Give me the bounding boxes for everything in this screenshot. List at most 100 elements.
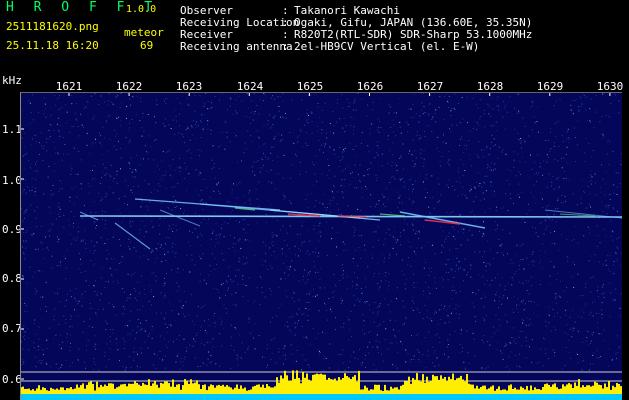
noise-speck	[372, 214, 374, 216]
noise-speck	[178, 313, 180, 315]
noise-speck	[158, 183, 159, 185]
noise-speck	[83, 321, 85, 323]
noise-speck	[250, 135, 251, 137]
noise-speck	[396, 367, 398, 369]
noise-speck	[106, 258, 108, 260]
noise-speck	[146, 152, 148, 154]
noise-speck	[427, 350, 429, 352]
noise-speck	[159, 351, 161, 352]
noise-speck	[515, 271, 517, 273]
noise-speck	[350, 355, 352, 357]
noise-speck	[521, 300, 523, 302]
noise-speck	[583, 235, 585, 237]
noise-speck	[545, 220, 547, 222]
noise-speck	[458, 268, 460, 270]
noise-speck	[86, 132, 88, 134]
noise-speck	[381, 165, 383, 167]
noise-speck	[373, 231, 374, 233]
noise-speck	[180, 361, 182, 363]
noise-speck	[553, 266, 555, 268]
noise-speck	[483, 198, 485, 200]
noise-speck	[494, 163, 496, 165]
noise-speck	[29, 227, 31, 229]
histogram-bar	[518, 389, 520, 394]
noise-speck	[588, 260, 590, 262]
noise-speck	[78, 300, 80, 302]
noise-speck	[92, 142, 94, 144]
noise-speck	[302, 279, 304, 281]
noise-speck	[305, 308, 307, 309]
noise-speck	[452, 185, 453, 187]
noise-speck	[211, 168, 213, 170]
histogram-bar	[438, 379, 440, 394]
noise-speck	[420, 149, 422, 151]
noise-speck	[261, 259, 263, 261]
noise-speck	[501, 303, 502, 305]
noise-speck	[46, 348, 48, 349]
noise-speck	[553, 145, 555, 147]
noise-speck	[105, 366, 107, 368]
noise-speck	[271, 126, 273, 128]
noise-speck	[310, 94, 312, 96]
spectrogram-plot[interactable]	[20, 92, 622, 400]
noise-speck	[470, 264, 472, 266]
noise-speck	[593, 332, 594, 334]
noise-speck	[232, 246, 234, 248]
noise-speck	[363, 175, 365, 177]
noise-speck	[263, 92, 265, 94]
noise-speck	[274, 188, 276, 190]
noise-speck	[315, 295, 316, 297]
histogram-bar	[606, 387, 608, 394]
noise-speck	[60, 124, 62, 126]
noise-speck	[590, 98, 592, 100]
noise-speck	[337, 99, 339, 100]
noise-speck	[278, 347, 280, 349]
noise-speck	[175, 115, 177, 117]
noise-speck	[117, 349, 119, 351]
noise-speck	[303, 336, 305, 338]
noise-speck	[325, 143, 327, 145]
noise-speck	[504, 104, 506, 106]
noise-speck	[259, 303, 261, 305]
noise-speck	[118, 116, 120, 118]
histogram-bar	[236, 384, 238, 394]
noise-speck	[81, 297, 83, 299]
noise-speck	[122, 366, 124, 367]
noise-speck	[578, 331, 579, 333]
noise-speck	[283, 194, 285, 196]
noise-speck	[200, 222, 202, 224]
noise-speck	[222, 259, 224, 260]
noise-speck	[147, 347, 149, 349]
noise-speck	[620, 252, 622, 254]
noise-speck	[112, 236, 114, 238]
noise-speck	[337, 369, 339, 371]
noise-speck	[219, 193, 221, 195]
noise-speck	[348, 319, 350, 321]
noise-speck	[490, 169, 492, 171]
histogram-bar	[270, 387, 272, 394]
noise-speck	[557, 312, 558, 314]
noise-speck	[135, 170, 137, 172]
noise-speck	[41, 360, 43, 362]
noise-speck	[302, 221, 303, 223]
noise-speck	[559, 99, 561, 100]
noise-speck	[20, 227, 22, 229]
noise-speck	[197, 236, 199, 238]
noise-speck	[605, 171, 607, 173]
noise-speck	[261, 157, 263, 159]
noise-speck	[329, 211, 331, 213]
noise-speck	[613, 264, 614, 266]
noise-speck	[278, 286, 280, 288]
noise-speck	[66, 333, 68, 335]
noise-speck	[34, 194, 36, 196]
noise-speck	[470, 187, 472, 189]
noise-speck	[618, 346, 620, 348]
noise-speck	[614, 251, 616, 253]
noise-speck	[71, 296, 72, 298]
noise-speck	[429, 212, 431, 214]
noise-speck	[142, 112, 144, 114]
noise-speck	[264, 260, 266, 262]
noise-speck	[234, 133, 236, 134]
noise-speck	[273, 234, 275, 236]
noise-speck	[326, 174, 328, 176]
